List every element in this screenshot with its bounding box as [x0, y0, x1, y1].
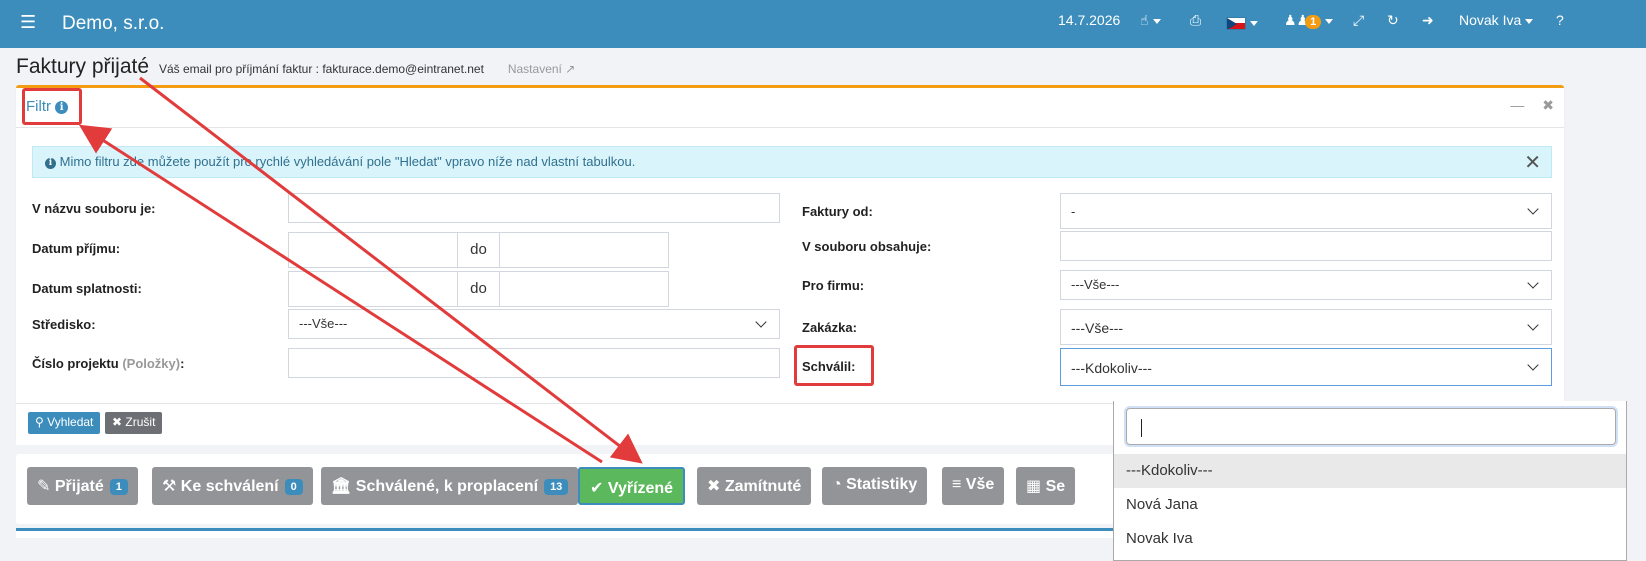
- arrow-to-processed-tab: [139, 76, 643, 464]
- arrow-to-filter-title: [78, 124, 603, 464]
- annotation-arrows: [78, 76, 643, 464]
